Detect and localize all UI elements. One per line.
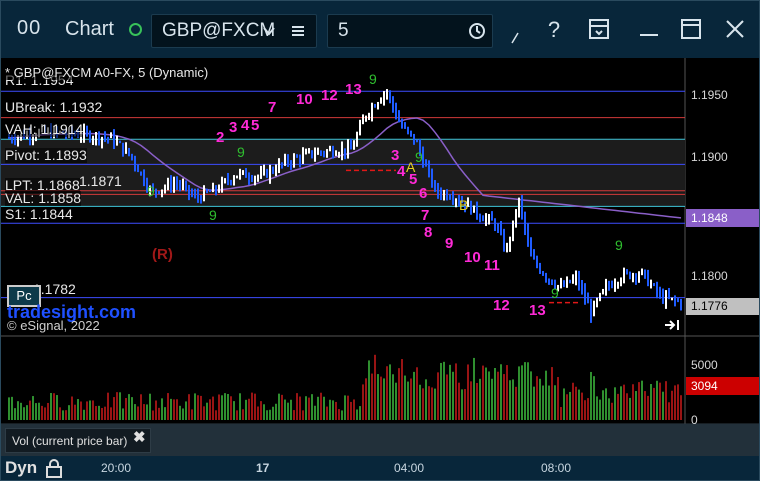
clock-icon[interactable] xyxy=(468,22,486,40)
chart-window: 00 Chart GBP@FXCM 5 ? R1: 1.1954 * GBP@F… xyxy=(0,0,760,481)
dynamic-mode-label[interactable]: Dyn xyxy=(5,458,37,478)
count-label: 3 xyxy=(229,119,238,136)
count-label: 8 xyxy=(424,224,433,241)
scroll-to-end-icon[interactable] xyxy=(663,318,683,332)
count-label: 10 xyxy=(464,249,481,266)
level-1-1871: 1.1871 xyxy=(79,173,122,189)
setup-count-label: 9 xyxy=(615,237,623,253)
time-tick: 04:00 xyxy=(394,461,425,475)
connection-status-icon xyxy=(129,23,142,36)
level-s1: S1: 1.1844 xyxy=(5,206,73,222)
close-icon[interactable]: ✖ xyxy=(133,428,146,446)
count-label: 6 xyxy=(419,185,428,202)
level-vah: VAH: 1.1914 xyxy=(5,121,84,137)
count-label: 9 xyxy=(445,235,454,252)
count-label: 2 xyxy=(216,129,225,146)
count-label: 13 xyxy=(529,302,546,319)
count-label: 13 xyxy=(345,81,362,98)
last-price-tag: 1.1776 xyxy=(686,298,759,315)
help-icon[interactable]: ? xyxy=(539,15,569,45)
time-tick: 08:00 xyxy=(541,461,572,475)
interval-box[interactable]: 5 xyxy=(327,14,493,48)
setup-count-label: 9 xyxy=(237,144,245,160)
reversal-marker: (R) xyxy=(152,246,173,263)
count-label: 7 xyxy=(268,99,277,116)
volume-tick: 5000 xyxy=(691,358,718,372)
ma-value-tag: 1.1848 xyxy=(686,209,759,227)
volume-value-tag: 3094 xyxy=(686,377,759,395)
time-tick: 20:00 xyxy=(101,461,132,475)
copyright: © eSignal, 2022 xyxy=(7,318,100,333)
wave-label-a: A xyxy=(406,159,416,175)
volume-bars xyxy=(8,354,682,420)
count-label: 11 xyxy=(484,257,500,274)
chart-header: * GBP@FXCM A0-FX, 5 (Dynamic) xyxy=(5,65,209,80)
setup-count-label: 9 xyxy=(415,149,423,165)
symbol-input[interactable]: GBP@FXCM xyxy=(162,20,275,42)
setup-count-label: 9 xyxy=(147,183,155,199)
count-label: 4 xyxy=(241,117,250,134)
setup-count-label: 9 xyxy=(369,71,377,87)
title-bar: 00 Chart GBP@FXCM 5 ? xyxy=(1,1,759,58)
level-pivot: Pivot: 1.1893 xyxy=(5,147,87,163)
count-label: 12 xyxy=(493,297,510,314)
count-label: 7 xyxy=(421,207,430,224)
price-tick: 1.1950 xyxy=(691,88,728,102)
count-label: 10 xyxy=(296,91,313,108)
lock-icon[interactable] xyxy=(45,458,63,478)
save-icon[interactable] xyxy=(587,17,611,41)
cursor-icon[interactable] xyxy=(509,31,521,45)
volume-legend[interactable]: Vol (current price bar) xyxy=(5,428,151,453)
chevron-down-icon[interactable] xyxy=(262,24,276,38)
symbol-box[interactable]: GBP@FXCM xyxy=(151,14,317,48)
level-ubreak: UBreak: 1.1932 xyxy=(5,99,103,115)
price-tick: 1.1900 xyxy=(691,150,728,164)
wave-label-b: B xyxy=(459,197,469,213)
list-icon[interactable] xyxy=(290,23,306,39)
setup-count-label: 9 xyxy=(551,285,559,301)
count-label: 12 xyxy=(321,87,338,104)
minimize-icon[interactable] xyxy=(637,17,661,41)
window-title: Chart xyxy=(65,18,114,40)
app-logo-icon: 00 xyxy=(17,17,42,39)
count-label: 4 xyxy=(397,163,406,180)
setup-count-label: 9 xyxy=(209,207,217,223)
interval-input[interactable]: 5 xyxy=(338,20,349,42)
count-label: 5 xyxy=(251,117,260,134)
count-label: 3 xyxy=(391,147,400,164)
volume-tick: 0 xyxy=(691,413,698,427)
maximize-icon[interactable] xyxy=(679,17,703,41)
price-tick: 1.1800 xyxy=(691,269,728,283)
level-val: VAL: 1.1858 xyxy=(5,190,82,206)
price-chart[interactable] xyxy=(1,58,759,458)
time-tick: 17 xyxy=(256,461,270,475)
close-icon[interactable] xyxy=(723,17,747,41)
